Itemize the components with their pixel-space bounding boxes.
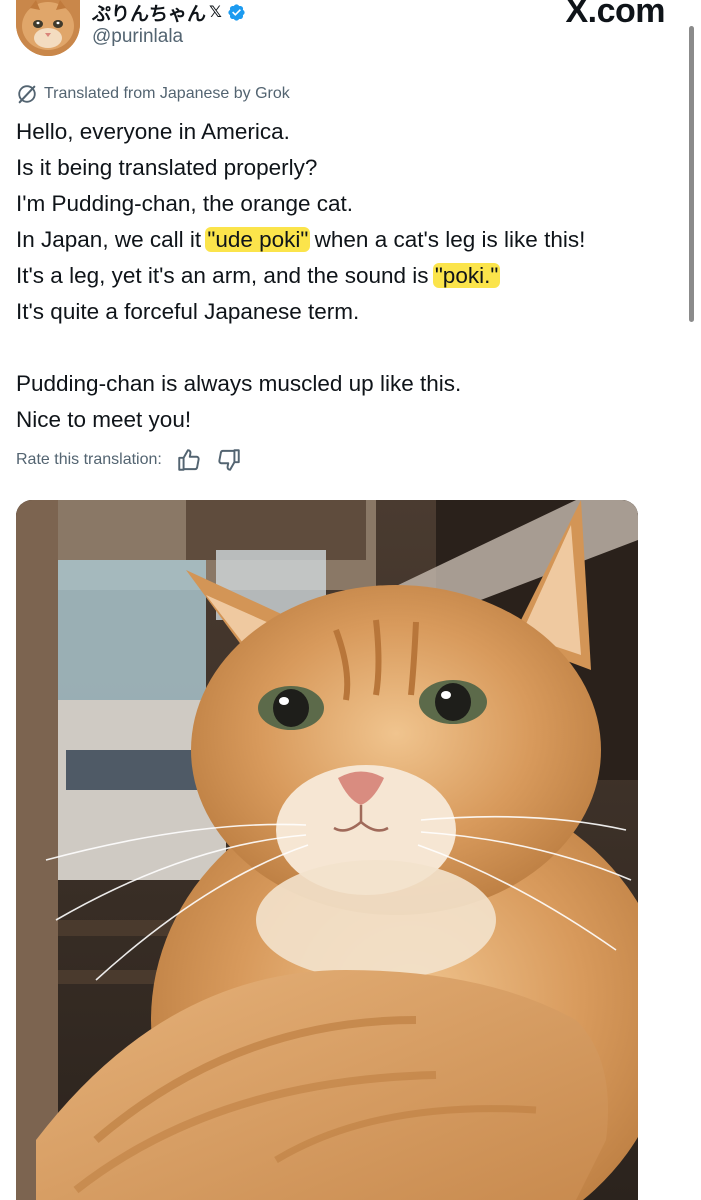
cat-photo-image [16, 500, 638, 1200]
display-name[interactable]: ぷりんちゃん 𝕏 [92, 0, 246, 25]
verified-badge-icon [228, 3, 245, 21]
tweet-text-segment: when a cat's leg is like this! [308, 227, 586, 252]
highlighted-phrase: "poki." [432, 263, 501, 288]
tweet-line: In Japan, we call it "ude poki" when a c… [16, 222, 686, 258]
avatar[interactable] [16, 0, 80, 56]
tweet-line: I'm Pudding-chan, the orange cat. [16, 191, 354, 216]
tweet-line: Is it being translated properly? [16, 155, 318, 180]
tweet-text-segment: It's a leg, yet it's an arm, and the sou… [16, 263, 435, 288]
tweet-line: Pudding-chan is always muscled up like t… [16, 371, 462, 396]
translation-notice: Translated from Japanese by Grok [16, 82, 290, 106]
grok-icon [18, 85, 36, 104]
tweet-line: It's quite a forceful Japanese term. [16, 299, 360, 324]
display-name-text: ぷりんちゃん [92, 3, 207, 25]
tweet-line: Hello, everyone in America. [16, 119, 290, 144]
tweet-photo[interactable] [16, 500, 638, 1200]
tweet-text-segment: In Japan, we call it [16, 227, 208, 252]
scrollbar[interactable] [689, 26, 694, 322]
tweet-line: Nice to meet you! [16, 407, 192, 432]
rate-translation: Rate this translation: [16, 446, 242, 474]
tweet-line: It's a leg, yet it's an arm, and the sou… [16, 258, 686, 294]
x-badge-icon: 𝕏 [209, 4, 222, 21]
tweet-page: ぷりんちゃん 𝕏 @purinlala X.com Translated fro… [0, 0, 701, 1200]
site-watermark: X.com [565, 0, 665, 30]
thumbs-up-icon[interactable] [176, 447, 202, 473]
user-handle[interactable]: @purinlala [92, 26, 183, 48]
avatar-cat-image [16, 0, 80, 56]
translation-label: Translated from Japanese by Grok [44, 85, 290, 102]
thumbs-down-icon[interactable] [216, 447, 242, 473]
rate-label: Rate this translation: [16, 451, 162, 468]
tweet-text: Hello, everyone in America. Is it being … [16, 114, 686, 438]
highlighted-phrase: "ude poki" [205, 227, 311, 252]
